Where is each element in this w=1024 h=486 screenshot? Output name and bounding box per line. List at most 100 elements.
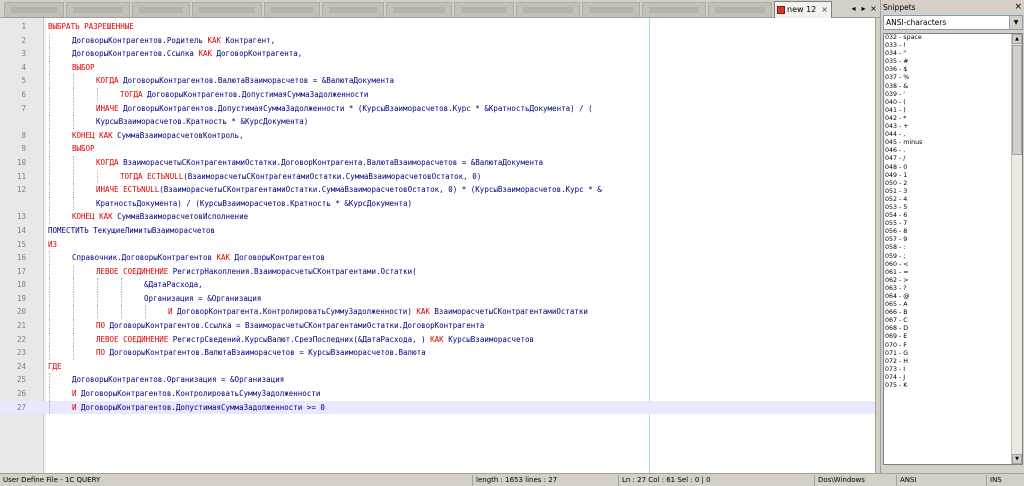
code-line[interactable]: 26 И ДоговорыКонтрагентов.КонтролироватьС… bbox=[0, 387, 875, 401]
scroll-down-icon[interactable]: ▼ bbox=[1012, 454, 1022, 464]
code-line[interactable]: 8 КОНЕЦ КАК СуммаВзаиморасчетовКонтроль, bbox=[0, 128, 875, 143]
tab-blurred[interactable] bbox=[516, 2, 580, 17]
snippet-item[interactable]: 034 - " bbox=[884, 50, 1022, 58]
snippet-item[interactable]: 070 - F bbox=[884, 342, 1022, 350]
code-line[interactable]: 4 ВЫБОР bbox=[0, 60, 875, 75]
snippet-item[interactable]: 072 - H bbox=[884, 358, 1022, 366]
snippet-item[interactable]: 067 - C bbox=[884, 317, 1022, 325]
code-line[interactable]: 9 ВЫБОР bbox=[0, 142, 875, 156]
tab-blurred[interactable] bbox=[322, 2, 384, 17]
code-line[interactable]: 16 Справочник.ДоговорыКонтрагентов КАК До… bbox=[0, 251, 875, 265]
code-editor[interactable]: 1 ВЫБРАТЬ РАЗРЕШЕННЫЕ 2 ДоговорыКонтрагенто… bbox=[0, 18, 876, 473]
code-line[interactable]: 23 ПО ДоговорыКонтрагентов.ВалютаВзаимора… bbox=[0, 346, 875, 360]
tab-blurred[interactable] bbox=[582, 2, 640, 17]
tab-blurred[interactable] bbox=[66, 2, 130, 17]
code-line[interactable]: 27 И ДоговорыКонтрагентов.ДопустимаяСумма… bbox=[0, 400, 875, 415]
snippet-item[interactable]: 069 - E bbox=[884, 333, 1022, 341]
tab-blurred[interactable] bbox=[454, 2, 514, 17]
snippet-item[interactable]: 063 - ? bbox=[884, 285, 1022, 293]
tab-close-icon[interactable]: × bbox=[821, 2, 828, 17]
tab-blurred[interactable] bbox=[708, 2, 772, 17]
snippets-list[interactable]: 032 - space 033 - ! 034 - " 035 - #036 - $0… bbox=[883, 33, 1023, 465]
code-line[interactable]: 21 ПО ДоговорыКонтрагентов.Ссылка = Взаим… bbox=[0, 319, 875, 333]
code-line[interactable]: 13 КОНЕЦ КАК СуммаВзаиморасчетовИсполнени… bbox=[0, 210, 875, 224]
tab-blurred[interactable] bbox=[192, 2, 262, 17]
snippet-item[interactable]: 060 - < bbox=[884, 261, 1022, 269]
snippet-item[interactable]: 037 - % bbox=[884, 74, 1022, 82]
snippet-item[interactable]: 057 - 9 bbox=[884, 236, 1022, 244]
snippet-item[interactable]: 073 - I bbox=[884, 366, 1022, 374]
tab-blurred[interactable] bbox=[264, 2, 320, 17]
code-line[interactable]: 18 &ДатаРасхода, bbox=[0, 278, 875, 292]
code-line[interactable]: 2 ДоговорыКонтрагентов.Родитель КАК Контр… bbox=[0, 33, 875, 48]
code-line[interactable]: КурсыВзаиморасчетов.Кратность * &КурсДок… bbox=[0, 115, 875, 129]
tab-blurred[interactable] bbox=[386, 2, 452, 17]
code-line[interactable]: 10 КОГДА ВзаиморасчетыСКонтрагентамиОстат… bbox=[0, 155, 875, 170]
code-line[interactable]: 24 ГДЕ bbox=[0, 360, 875, 374]
code-line[interactable]: 7 ИНАЧЕ ДоговорыКонтрагентов.ДопустимаяСу… bbox=[0, 101, 875, 116]
snippet-item[interactable]: 064 - @ bbox=[884, 293, 1022, 301]
code-line[interactable]: 17 ЛЕВОЕ СОЕДИНЕНИЕ РегистрНакопления.Вза… bbox=[0, 264, 875, 279]
snippet-item[interactable]: 032 - space bbox=[884, 34, 1022, 42]
close-all-icon[interactable]: × bbox=[868, 3, 879, 14]
snippet-item[interactable]: 038 - & bbox=[884, 83, 1022, 91]
identifier-token: ДоговорыКонтрагентов.КонтролироватьСумму… bbox=[76, 389, 321, 399]
tab-new-12[interactable]: new 12 × bbox=[774, 1, 832, 18]
snippets-close-icon[interactable]: × bbox=[1014, 1, 1022, 13]
code-line[interactable]: 25 ДоговорыКонтрагентов.Организация = &Ор… bbox=[0, 373, 875, 388]
code-line[interactable]: 1 ВЫБРАТЬ РАЗРЕШЕННЫЕ bbox=[0, 20, 875, 34]
tab-blurred[interactable] bbox=[132, 2, 190, 17]
snippet-item[interactable]: 052 - 4 bbox=[884, 196, 1022, 204]
code-line[interactable]: 6 ТОГДА ДоговорыКонтрагентов.ДопустимаяСу… bbox=[0, 87, 875, 102]
snippet-item[interactable]: 075 - K bbox=[884, 382, 1022, 390]
snippet-item[interactable]: 036 - $ bbox=[884, 66, 1022, 74]
code-line[interactable]: 14 ПОМЕСТИТЬ ТекущиеЛимитыВзаиморасчетов bbox=[0, 224, 875, 238]
code-line[interactable]: 20 И ДоговорКонтрагента.КонтролироватьСум… bbox=[0, 305, 875, 320]
code-line[interactable]: 3 ДоговорыКонтрагентов.Ссылка КАК Договор… bbox=[0, 47, 875, 61]
snippet-item[interactable]: 041 - ) bbox=[884, 107, 1022, 115]
code-line[interactable]: 19 Организация = &Организация bbox=[0, 291, 875, 306]
code-line[interactable]: 15 ИЗ bbox=[0, 238, 875, 252]
snippet-item[interactable]: 065 - A bbox=[884, 301, 1022, 309]
scroll-thumb[interactable] bbox=[1012, 45, 1022, 155]
snippet-item[interactable]: 050 - 2 bbox=[884, 180, 1022, 188]
snippet-item[interactable]: 059 - ; bbox=[884, 253, 1022, 261]
snippet-item[interactable]: 046 - . bbox=[884, 147, 1022, 155]
snippet-item[interactable]: 042 - * bbox=[884, 115, 1022, 123]
chevron-down-icon[interactable]: ▼ bbox=[1009, 16, 1022, 29]
snippet-item[interactable]: 039 - ' bbox=[884, 91, 1022, 99]
snippet-item[interactable]: 047 - / bbox=[884, 155, 1022, 163]
snippet-item[interactable]: 033 - ! bbox=[884, 42, 1022, 50]
snippet-item[interactable]: 040 - ( bbox=[884, 99, 1022, 107]
snippet-item[interactable]: 045 - minus bbox=[884, 139, 1022, 147]
snippet-item[interactable]: 053 - 5 bbox=[884, 204, 1022, 212]
snippet-item[interactable]: 035 - # bbox=[884, 58, 1022, 66]
line-number: 2 bbox=[21, 35, 26, 45]
snippet-item[interactable]: 044 - , bbox=[884, 131, 1022, 139]
snippet-item[interactable]: 048 - 0 bbox=[884, 164, 1022, 172]
snippet-item[interactable]: 061 - = bbox=[884, 269, 1022, 277]
snippet-item[interactable]: 066 - B bbox=[884, 309, 1022, 317]
tab-blurred[interactable] bbox=[642, 2, 706, 17]
snippet-item[interactable]: 043 - + bbox=[884, 123, 1022, 131]
snippet-item[interactable]: 049 - 1 bbox=[884, 172, 1022, 180]
indent-guide bbox=[73, 101, 74, 116]
snippets-category-select[interactable]: ANSI-characters ▼ bbox=[883, 15, 1023, 30]
code-line[interactable]: 22 ЛЕВОЕ СОЕДИНЕНИЕ РегистрСведений.Курсы… bbox=[0, 332, 875, 347]
scroll-up-icon[interactable]: ▲ bbox=[1012, 34, 1022, 44]
code-line[interactable]: КратностьДокумента) / (КурсыВзаиморасчет… bbox=[0, 196, 875, 211]
code-line[interactable]: 12 ИНАЧЕ ЕСТЬNULL(ВзаиморасчетыСКонтраген… bbox=[0, 183, 875, 197]
snippet-item[interactable]: 071 - G bbox=[884, 350, 1022, 358]
snippet-item[interactable]: 068 - D bbox=[884, 325, 1022, 333]
snippet-item[interactable]: 054 - 6 bbox=[884, 212, 1022, 220]
snippet-item[interactable]: 056 - 8 bbox=[884, 228, 1022, 236]
snippet-item[interactable]: 051 - 3 bbox=[884, 188, 1022, 196]
code-line[interactable]: 11 ТОГДА ЕСТЬNULL(ВзаиморасчетыСКонтраген… bbox=[0, 169, 875, 184]
snippet-item[interactable]: 074 - J bbox=[884, 374, 1022, 382]
tab-blurred[interactable] bbox=[4, 2, 64, 17]
snippet-item[interactable]: 062 - > bbox=[884, 277, 1022, 285]
snippet-item[interactable]: 058 - : bbox=[884, 244, 1022, 252]
snippet-item[interactable]: 055 - 7 bbox=[884, 220, 1022, 228]
code-line[interactable]: 5 КОГДА ДоговорыКонтрагентов.ВалютаВзаимо… bbox=[0, 74, 875, 88]
snippets-scrollbar[interactable]: ▲ ▼ bbox=[1011, 34, 1022, 464]
